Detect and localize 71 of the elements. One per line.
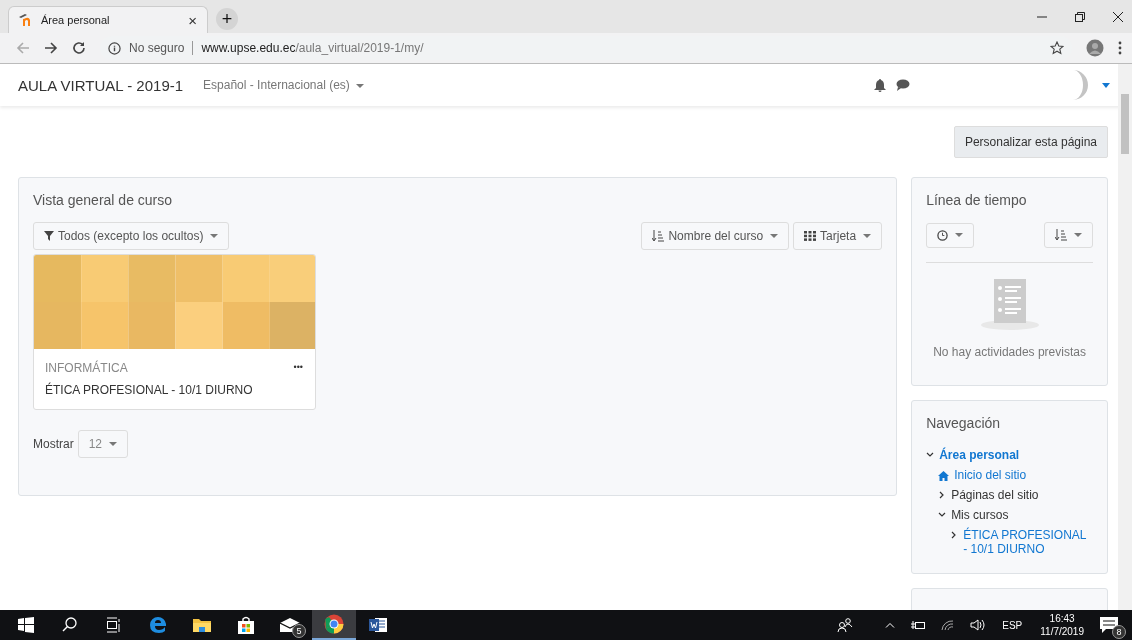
customize-page-button[interactable]: Personalizar esta página [953,126,1108,158]
hat-logo-icon [19,14,33,26]
chevron-down-icon[interactable] [938,511,947,519]
document-w-icon [369,616,387,634]
task-view-icon [106,617,122,633]
view-dropdown[interactable]: Tarjeta [793,222,883,250]
grid-icon [804,231,817,241]
info-icon [108,41,121,55]
search-icon [62,617,78,633]
count-badge: 5 [292,624,306,638]
url-text: www.upse.edu.ec/aula_virtual/2019-1/my/ [201,41,424,55]
sort-icon [652,230,665,242]
panel-title: Línea de tiempo [926,192,1028,208]
count-badge: 8 [1112,625,1126,639]
new-tab-button[interactable]: + [216,8,238,30]
language-menu[interactable]: Español - Internacional (es) [203,78,365,92]
speech-bubble-icon [1100,617,1118,633]
filter-dropdown[interactable]: Todos (excepto los ocultos) [33,222,230,250]
forward-icon[interactable] [44,41,58,55]
panel-title: Navegación [926,415,1002,431]
panel-title: Vista general de curso [33,192,174,208]
page-size-dropdown[interactable]: 12 [77,430,129,458]
course-menu-button[interactable]: ••• [293,361,303,375]
browser-menu-icon[interactable] [1118,41,1122,55]
shopping-bag-icon [237,616,255,634]
wifi-icon[interactable] [941,619,955,631]
clock[interactable]: 16:43 11/7/2019 [1040,612,1084,638]
user-menu-caret-icon[interactable] [1102,82,1110,88]
time-filter-dropdown[interactable] [926,222,975,248]
clock-icon [937,229,949,241]
security-label: No seguro [129,41,185,55]
star-icon[interactable] [1050,41,1064,55]
windows-logo-icon [18,617,34,633]
empty-list-icon [979,279,1040,331]
reload-icon[interactable] [72,41,86,55]
chat-bubble-icon[interactable] [896,79,910,91]
site-name[interactable]: AULA VIRTUAL - 2019-1 [18,76,184,94]
course-name[interactable]: ÉTICA PROFESIONAL - 10/1 DIURNO [45,383,303,397]
nav-item[interactable]: Área personal [939,448,1020,462]
nav-item[interactable]: Páginas del sitio [951,488,1039,502]
speaker-icon[interactable] [970,619,987,631]
people-icon[interactable] [837,618,854,632]
home-icon [938,471,950,481]
taskbar-app-button[interactable] [312,610,356,640]
round-browser-icon [324,614,344,634]
bell-icon[interactable] [874,78,886,92]
sort-icon [1055,229,1067,241]
course-category: INFORMÁTICA [45,361,128,375]
course-card[interactable]: INFORMÁTICA ••• ÉTICA PROFESIONAL - 10/1 DIURNO [33,254,316,410]
close-icon[interactable] [1112,10,1124,23]
notification-center-button[interactable]: 8 [1094,610,1124,640]
nav-item[interactable]: Mis cursos [951,508,1009,522]
taskbar-app-button[interactable]: 5 [268,610,312,640]
tab-title: Área personal [41,14,111,26]
profile-avatar-icon[interactable] [1086,39,1104,57]
tab-close-button[interactable]: × [188,11,197,29]
language-indicator[interactable]: ESP [1002,619,1023,631]
folder-icon [193,617,211,633]
chevron-up-icon[interactable] [885,622,896,628]
show-label: Mostrar [33,437,74,451]
browser-tab[interactable]: Área personal × [8,6,208,33]
power-plug-icon[interactable] [911,620,926,630]
sort-dropdown[interactable]: Nombre del curso [641,222,790,250]
filter-icon [44,231,54,241]
chevron-down-icon[interactable] [926,451,935,459]
scrollbar-thumb[interactable] [1121,94,1129,154]
empty-message: No hay actividades previstas [932,345,1087,359]
nav-item[interactable]: Inicio del sitio [954,468,1027,482]
nav-item[interactable]: ÉTICA PROFESIONAL - 10/1 DIURNO [963,528,1093,556]
browser-e-icon [149,616,167,634]
restore-icon[interactable] [1074,10,1086,23]
